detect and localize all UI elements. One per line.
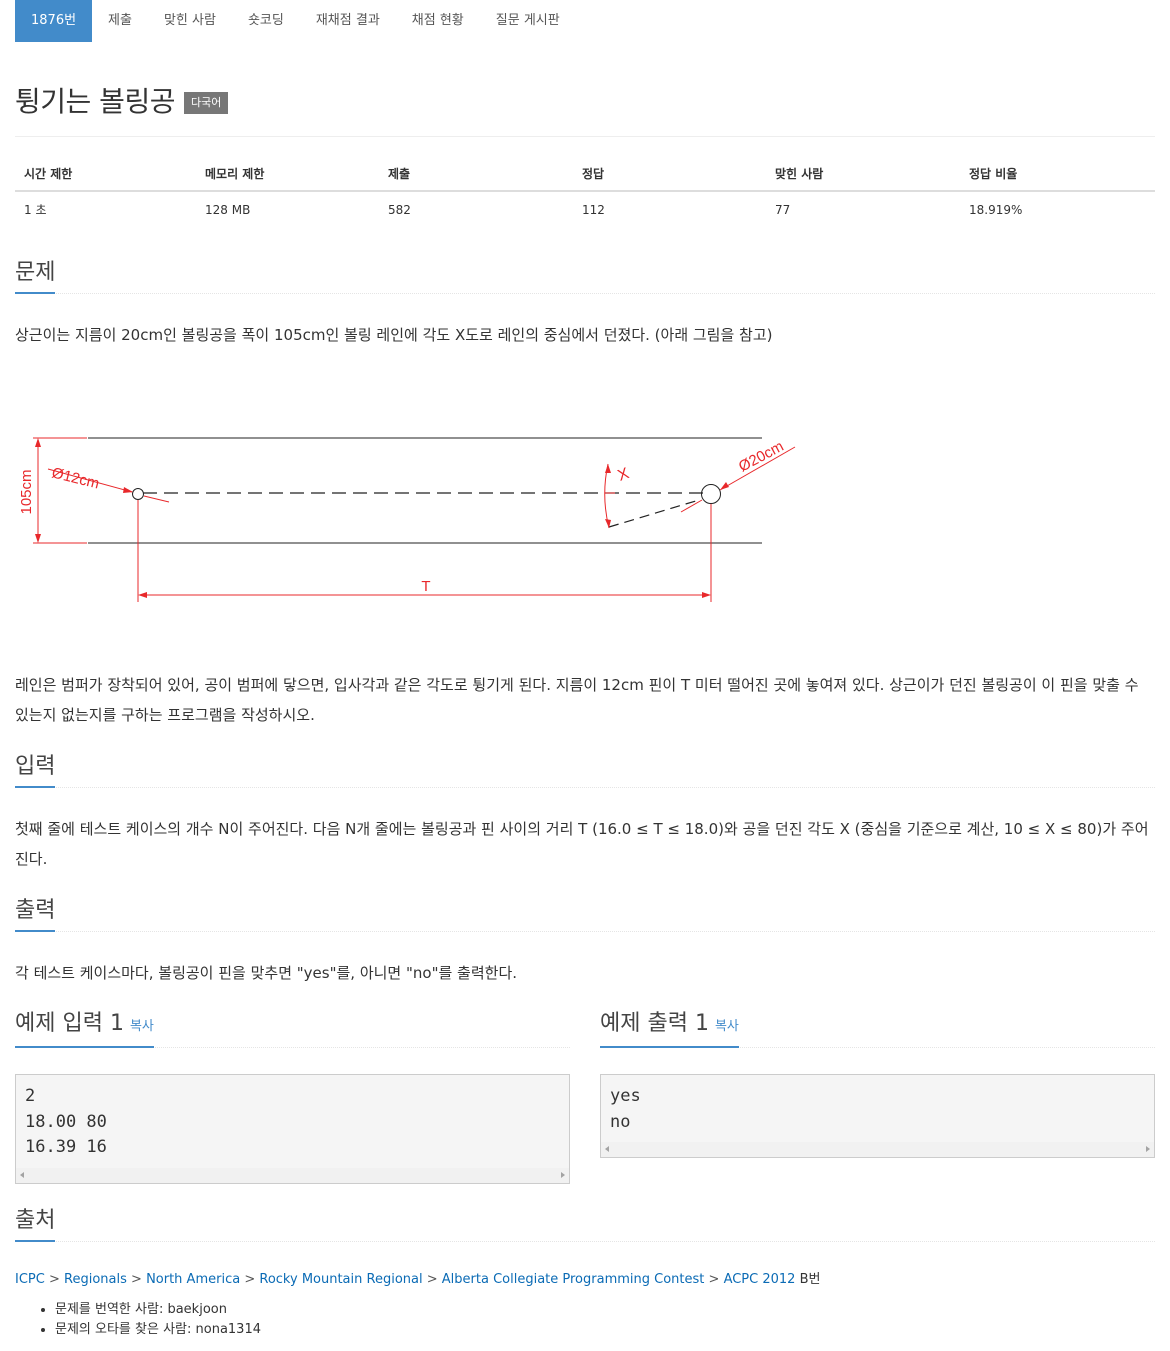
title-row: 튕기는 볼링공 다국어 [15,80,229,120]
sample-input-box[interactable]: 2 18.00 80 16.39 16 [15,1074,570,1184]
width-arrow-bottom [35,534,41,543]
sample-input-heading: 예제 입력 1 복사 [15,1010,154,1048]
table-row: 1 초 128 MB 582 112 77 18.919% [15,191,1155,227]
scroll-right-icon[interactable] [561,1172,565,1178]
horizontal-scrollbar[interactable] [16,1168,569,1183]
output-section: 출력 각 테스트 케이스마다, 볼링공이 핀을 맞추면 "yes"를, 아니면 … [15,897,1155,988]
output-text: 각 테스트 케이스마다, 볼링공이 핀을 맞추면 "yes"를, 아니면 "no… [15,964,518,982]
ball-circle [701,484,721,504]
sample-output-heading-bar: 예제 출력 1 복사 [600,1010,1155,1048]
input-heading: 입력 [15,753,56,788]
pin-label: Ø12cm [50,464,101,492]
output-heading: 출력 [15,897,56,932]
accepted-value: 112 [582,202,605,217]
angle-arrow-top [605,464,611,473]
angle-label: X [616,465,632,485]
title-divider [15,136,1155,137]
source-link-rocky-mountain[interactable]: Rocky Mountain Regional [259,1272,422,1287]
pin-leader-right [143,495,170,503]
solvers-value: 77 [775,202,791,217]
source-link-icpc[interactable]: ICPC [15,1272,45,1287]
width-arrow-top [35,438,41,447]
bowling-lane-diagram: 105cm Ø12cm Ø20cm X T [18,437,796,602]
problem-info-table: 시간 제한 메모리 제한 제출 정답 맞힌 사람 정답 비율 1 초 128 M… [15,156,1155,227]
source-heading-bar: 출처 [15,1207,1155,1242]
input-section: 입력 첫째 줄에 테스트 케이스의 개수 N이 주어진다. 다음 N개 줄에는 … [15,753,1155,874]
time-limit-value: 1 초 [24,203,47,217]
tab-problem[interactable]: 1876번 [15,0,93,42]
memory-limit-value: 128 MB [205,202,251,217]
sample-input-line: 16.39 16 [25,1137,107,1157]
ball-label: Ø20cm [736,438,787,476]
header-submissions: 제출 [379,156,573,192]
sample-output-title: 예제 출력 1 [600,1011,709,1036]
pin-arrow-left [123,487,133,493]
header-solvers: 맞힌 사람 [766,156,960,192]
width-label: 105cm [18,469,35,514]
sample-output-line: yes [610,1086,641,1106]
input-text: 첫째 줄에 테스트 케이스의 개수 N이 주어진다. 다음 N개 줄에는 볼링공… [15,820,1149,868]
distance-arrow-left [138,592,147,598]
distance-arrow-right [702,592,711,598]
source-section: 출처 [15,1207,1155,1242]
sample-input-title: 예제 입력 1 [15,1011,124,1036]
sample-input-line: 2 [25,1086,36,1106]
tab-board[interactable]: 질문 게시판 [480,0,576,42]
source-link-acpc[interactable]: Alberta Collegiate Programming Contest [442,1272,705,1287]
sample-input-heading-bar: 예제 입력 1 복사 [15,1010,570,1048]
input-heading-bar: 입력 [15,753,1155,788]
list-item: 문제를 번역한 사람: baekjoon [55,1300,261,1320]
source-link-north-america[interactable]: North America [146,1272,240,1287]
description-text-1: 상근이는 지름이 20cm인 볼링공을 폭이 105cm인 볼링 레인에 각도 … [15,326,773,344]
header-time-limit: 시간 제한 [15,156,196,192]
scroll-left-icon[interactable] [20,1172,24,1178]
throw-direction-line [608,499,700,528]
copy-output-button[interactable]: 복사 [715,1019,739,1034]
tab-solvers[interactable]: 맞힌 사람 [148,0,232,42]
distance-label: T [421,578,430,595]
description-heading-bar: 문제 [15,259,1155,294]
sample-input-section: 예제 입력 1 복사 2 18.00 80 16.39 16 [15,1010,570,1184]
header-ratio: 정답 비율 [960,156,1155,192]
sample-input-line: 18.00 80 [25,1111,107,1132]
horizontal-scrollbar[interactable] [601,1142,1154,1157]
ball-arrow-right [720,482,729,490]
ratio-value: 18.919% [969,202,1023,217]
tab-short-coding[interactable]: 숏코딩 [232,0,300,42]
table-header-row: 시간 제한 메모리 제한 제출 정답 맞힌 사람 정답 비율 [15,156,1155,192]
tab-rejudge[interactable]: 재채점 결과 [300,0,396,42]
description-heading: 문제 [15,259,56,294]
source-breadcrumb: ICPC > Regionals > North America > Rocky… [15,1272,821,1287]
list-item: 문제의 오타를 찾은 사람: nona1314 [55,1320,261,1340]
angle-arc [604,463,610,529]
sample-output-heading: 예제 출력 1 복사 [600,1010,739,1048]
submissions-value: 582 [388,202,411,217]
sample-output-section: 예제 출력 1 복사 yes no [600,1010,1155,1158]
header-accepted: 정답 [573,156,766,192]
tab-status[interactable]: 채점 현황 [396,0,480,42]
header-memory-limit: 메모리 제한 [196,156,379,192]
source-heading: 출처 [15,1207,56,1242]
pin-circle [132,488,144,500]
description-section: 문제 상근이는 지름이 20cm인 볼링공을 폭이 105cm인 볼링 레인에 … [15,259,1155,350]
sample-output-line: no [610,1111,631,1132]
language-badge[interactable]: 다국어 [183,92,229,114]
scroll-left-icon[interactable] [605,1146,609,1152]
copy-input-button[interactable]: 복사 [130,1019,154,1034]
problem-nav: 1876번 제출 맞힌 사람 숏코딩 재채점 결과 채점 현황 질문 게시판 [15,0,576,42]
source-link-regionals[interactable]: Regionals [64,1272,127,1287]
credits-list: 문제를 번역한 사람: baekjoon 문제의 오타를 찾은 사람: nona… [55,1300,261,1340]
sample-output-box[interactable]: yes no [600,1074,1155,1158]
tab-submit[interactable]: 제출 [92,0,148,42]
description-text-2: 레인은 범퍼가 장착되어 있어, 공이 범퍼에 닿으면, 입사각과 같은 각도로… [15,676,1139,724]
output-heading-bar: 출력 [15,897,1155,932]
description-continued: 레인은 범퍼가 장착되어 있어, 공이 범퍼에 닿으면, 입사각과 같은 각도로… [15,670,1155,730]
scroll-right-icon[interactable] [1146,1146,1150,1152]
source-link-acpc-2012[interactable]: ACPC 2012 [724,1272,796,1287]
source-problem-number: B번 [799,1272,821,1287]
page-title: 튕기는 볼링공 [15,85,175,118]
